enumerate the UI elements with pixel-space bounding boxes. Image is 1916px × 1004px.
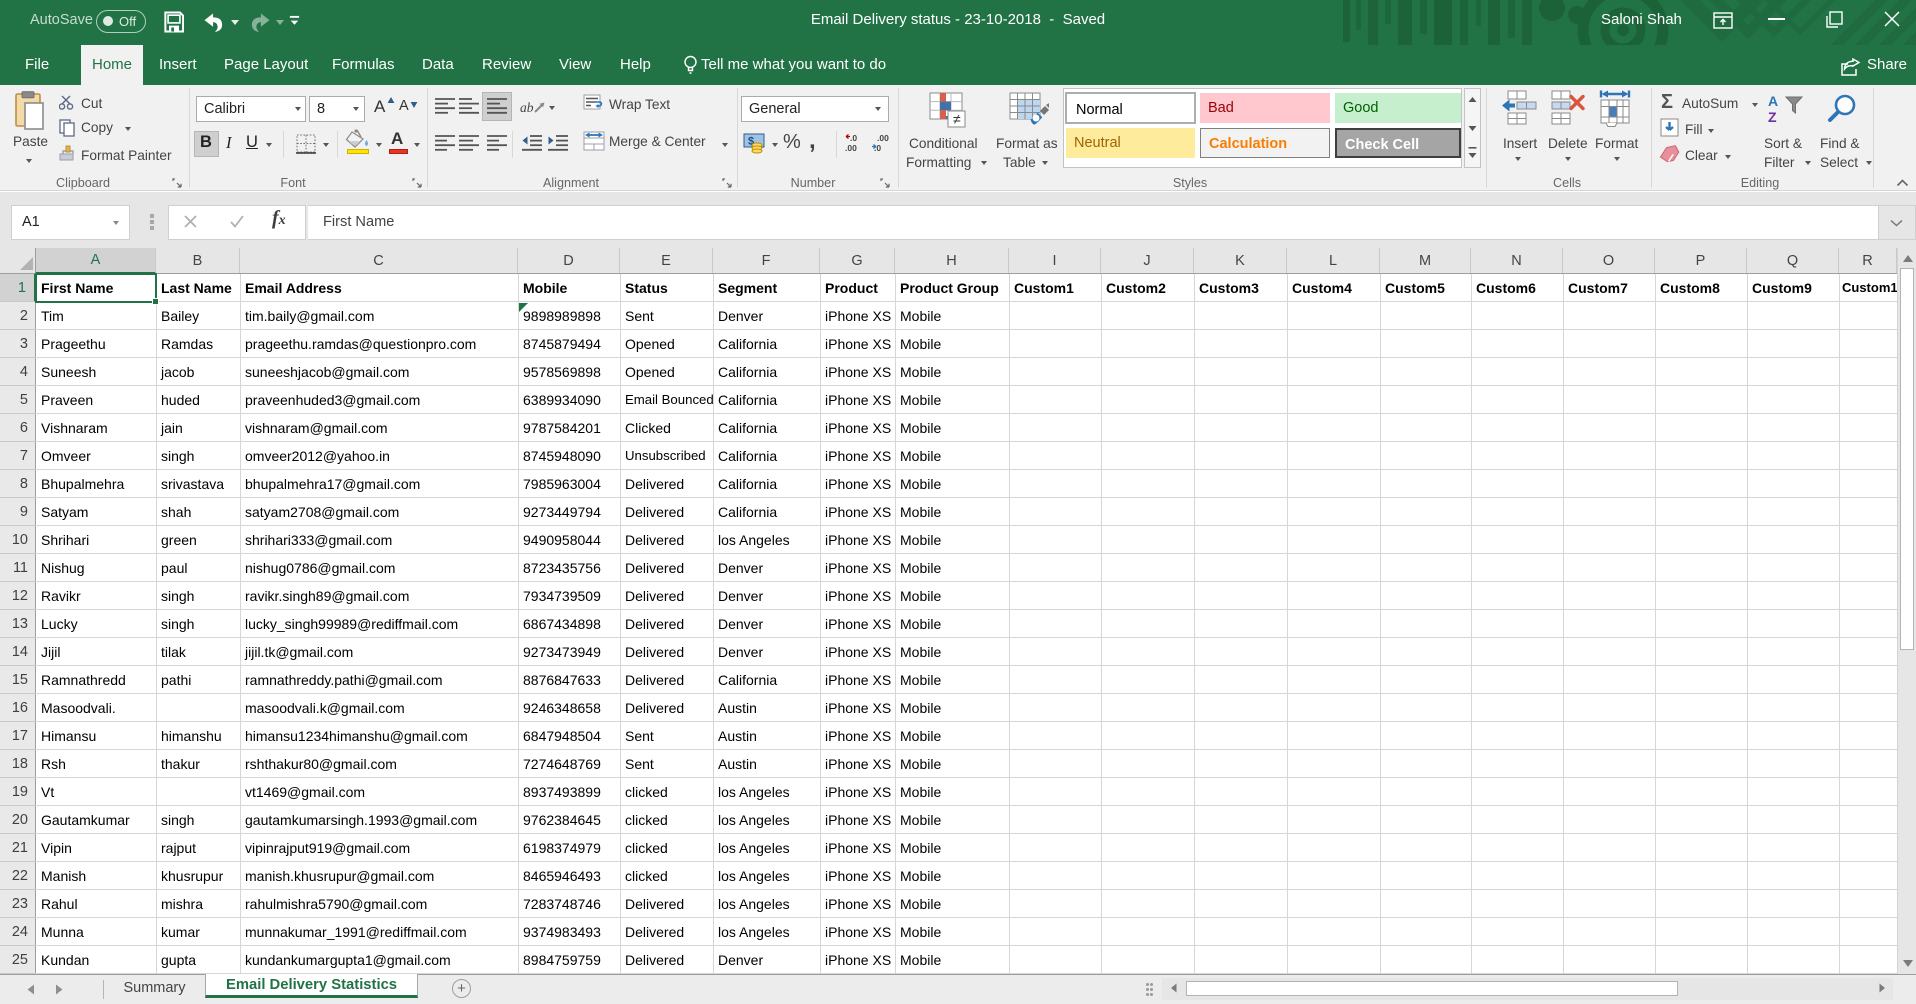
- svg-text:.0: .0: [850, 133, 857, 143]
- svg-text:.00: .00: [845, 143, 857, 153]
- svg-text:.00: .00: [877, 133, 889, 143]
- svg-text:Z: Z: [1768, 109, 1777, 125]
- svg-text:.0: .0: [874, 143, 881, 153]
- svg-text:A: A: [1768, 93, 1778, 109]
- svg-text:≠: ≠: [953, 111, 961, 127]
- svg-text:ab: ab: [520, 100, 534, 115]
